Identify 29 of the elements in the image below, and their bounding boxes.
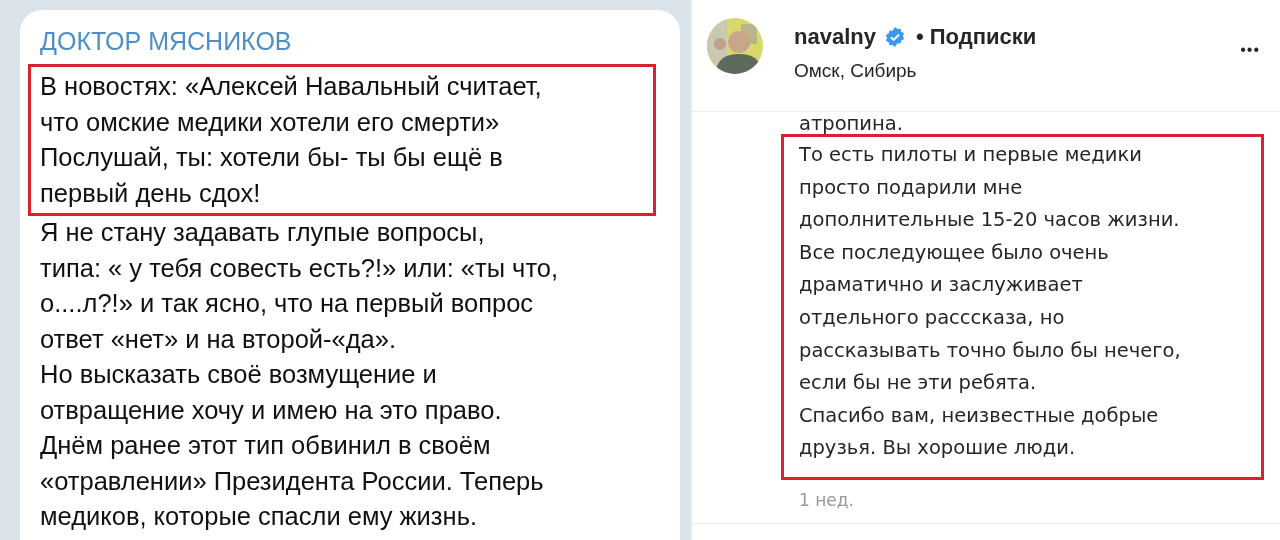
more-options-button[interactable]: ••• (1240, 38, 1260, 62)
text-line: В новостях: «Алексей Навальный считает, (40, 71, 542, 102)
text-line: Спасибо вам, неизвестные добрые (799, 402, 1159, 429)
text-line: что омские медики хотели его смерти» (40, 106, 500, 138)
text-line: медиков, которые спасли ему жизнь. (40, 501, 477, 532)
text-line: просто подарили мне (799, 174, 1023, 201)
text-line: дополнительные 15-20 часов жизни. (799, 207, 1180, 234)
text-line: Все последующее было очень (799, 239, 1109, 266)
location-link[interactable]: Омск, Сибирь (794, 57, 917, 86)
text-line: драматично и заслуживает (799, 272, 1083, 299)
text-line: о....л?!» и так ясно, что на первый вопрос (40, 288, 534, 319)
text-line: первый день сдох! (40, 177, 261, 209)
text-line: рассказывать точно было бы нечего, (799, 337, 1181, 364)
text-line: Я не стану задавать глупые вопросы, (40, 217, 485, 248)
text-line: Послушай, ты: хотели бы- ты бы ещё в (40, 142, 503, 173)
text-line: «отравлении» Президента России. Теперь (40, 465, 544, 497)
text-line: отдельного расссказа, но (799, 304, 1065, 331)
follow-status[interactable]: • Подписки (915, 20, 1037, 53)
text-line: То есть пилоты и первые медики (799, 142, 1142, 168)
username[interactable]: navalny (794, 20, 876, 53)
text-line: отвращение хочу и имею на это право. (40, 394, 502, 426)
text-line: атропина. (799, 111, 903, 134)
text-line: Днём ранее этот тип обвинил в своём (40, 430, 491, 461)
text-line: типа: « у тебя совесть есть?!» или: «ты что, (40, 252, 559, 284)
channel-name[interactable]: ДОКТОР МЯСНИКОВ (40, 26, 292, 56)
text-line: если бы не эти ребята. (799, 370, 1037, 397)
text-line: ответ «нет» и на второй-«да». (40, 323, 397, 355)
text-line: друзья. Вы хорошие люди. (799, 435, 1076, 462)
text-line: Но высказать своё возмущение и (40, 359, 437, 390)
